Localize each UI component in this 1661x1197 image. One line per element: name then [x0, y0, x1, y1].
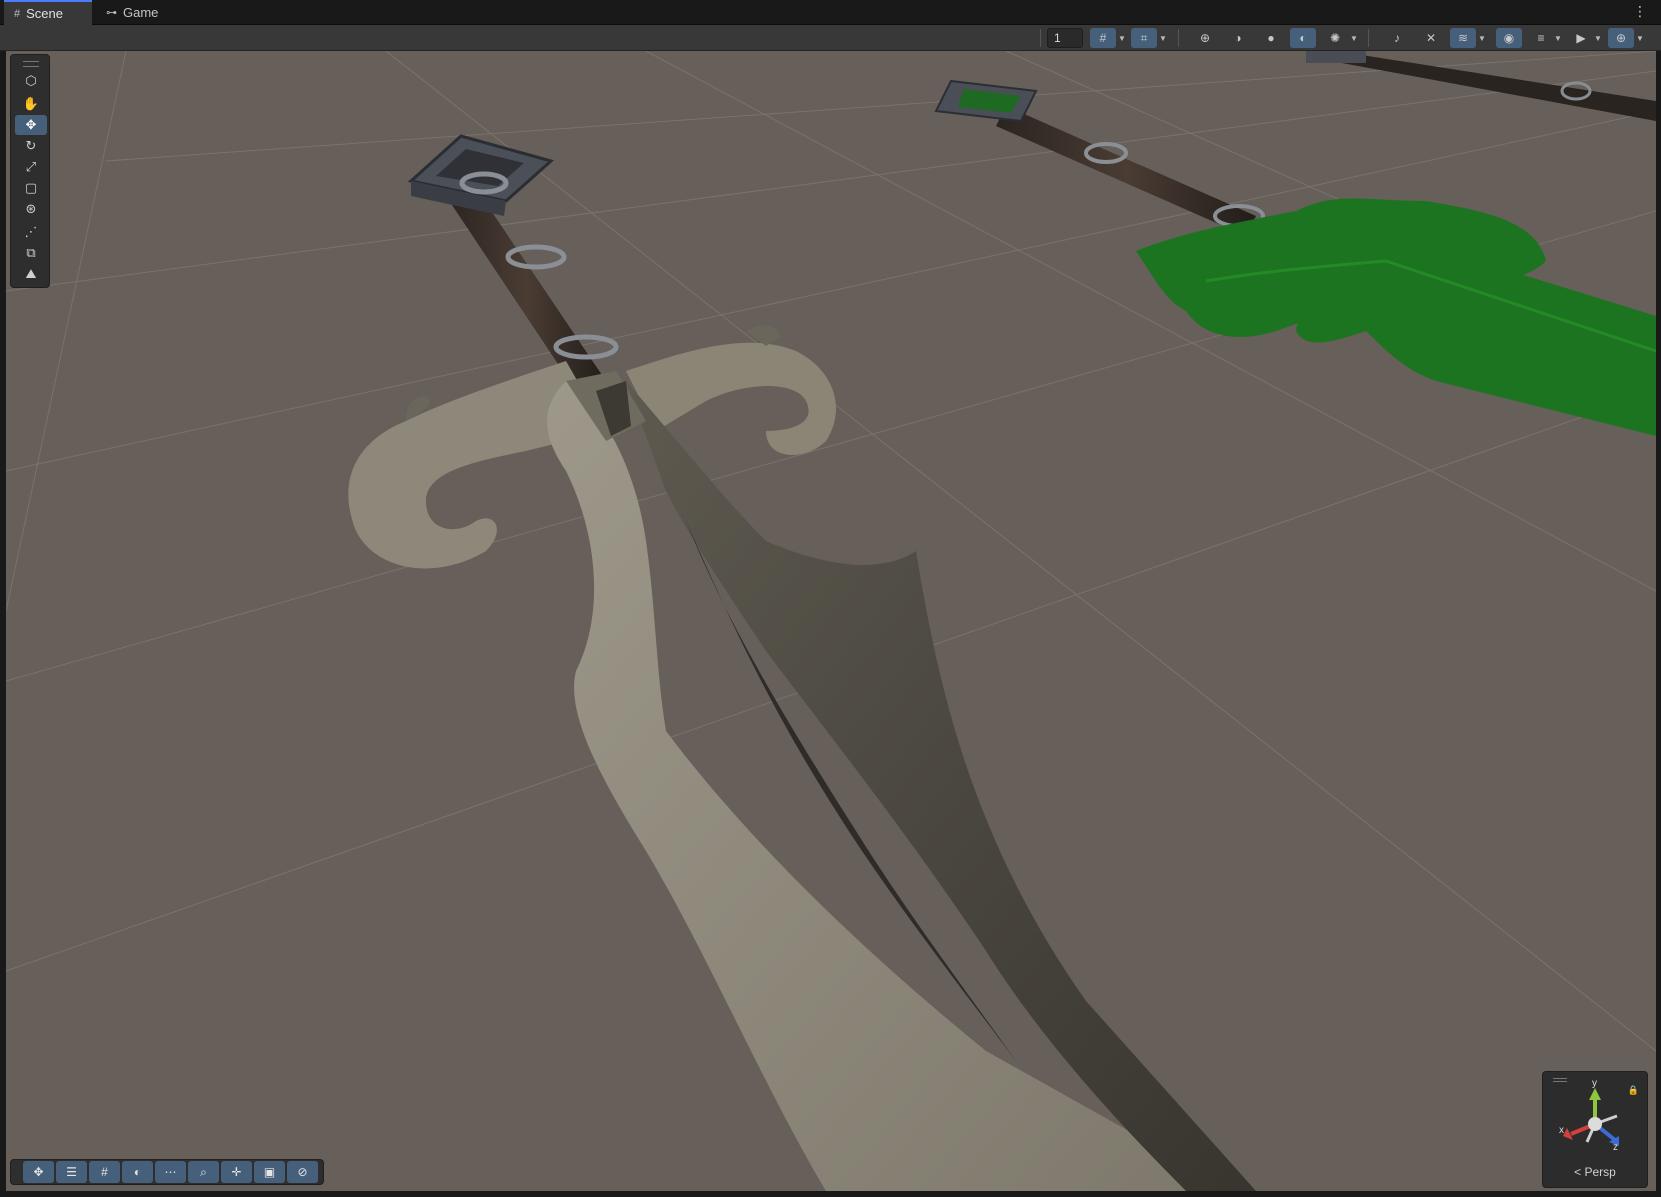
projection-label: Persp: [1584, 1165, 1616, 1179]
chevron-down-icon[interactable]: ▼: [1348, 28, 1360, 48]
move-icon[interactable]: ✥: [23, 1161, 54, 1183]
chevron-down-icon[interactable]: ▼: [1476, 28, 1488, 48]
settings-icon[interactable]: ☰: [56, 1161, 87, 1183]
audio-off-icon[interactable]: ♪: [1384, 28, 1410, 48]
visibility-icon[interactable]: ◉: [1496, 28, 1522, 48]
chevron-left-icon: <: [1574, 1165, 1582, 1179]
lighting-icon[interactable]: ✺: [1322, 28, 1348, 48]
axis-z-label: z: [1613, 1142, 1618, 1153]
camera-icon[interactable]: ▣: [254, 1161, 285, 1183]
divider: [1040, 29, 1041, 47]
orientation-gizmo[interactable]: 🔒 y x z < Persp: [1542, 1071, 1648, 1188]
chevron-down-icon[interactable]: ▼: [1634, 28, 1646, 48]
pivot-icon[interactable]: ✛: [221, 1161, 252, 1183]
main-sword: [348, 134, 1256, 1191]
tools-overlay: ⬡ ✋ ✥ ↻ ⤢ ▢ ⊛ ⋰ ⧉ ⛰: [10, 54, 50, 288]
shading-icon[interactable]: ◐: [122, 1161, 153, 1183]
draw-mode-icon[interactable]: ≋: [1450, 28, 1476, 48]
tab-game-label: Game: [123, 5, 159, 20]
chevron-down-icon[interactable]: ▼: [1157, 28, 1169, 48]
grid-snap-icon[interactable]: #: [1090, 28, 1116, 48]
axis-y-label: y: [1592, 1078, 1597, 1089]
chevron-down-icon[interactable]: ▼: [1552, 28, 1564, 48]
increment-snap-icon[interactable]: ⌗: [1131, 28, 1157, 48]
layer-field[interactable]: 1: [1047, 28, 1083, 48]
rect-icon[interactable]: ▢: [15, 178, 47, 198]
divider: [1368, 29, 1369, 47]
shaded-icon[interactable]: ●: [1258, 28, 1284, 48]
tab-scene[interactable]: # Scene: [4, 0, 92, 25]
axis-gizmo-graphic: [1563, 1088, 1619, 1146]
more-options-icon[interactable]: ⋮: [1633, 3, 1647, 20]
wireframe-shading-icon[interactable]: ⊕: [1192, 28, 1218, 48]
scene-viewport[interactable]: [6, 51, 1656, 1191]
tab-scene-label: Scene: [26, 6, 63, 21]
box-icon[interactable]: ⧉: [15, 243, 47, 263]
overlay-toolbar: ✥ ☰ # ◐ ⋯ ⌕ ✛ ▣ ⊘: [10, 1159, 324, 1185]
view-cube-icon[interactable]: ⬡: [15, 71, 47, 91]
custom-tool-icon[interactable]: ⋰: [15, 222, 47, 242]
projection-toggle[interactable]: < Persp: [1543, 1165, 1647, 1179]
window-tab-bar: # Scene ⊶ Game ⋮: [0, 0, 1661, 25]
divider: [1178, 29, 1179, 47]
transform-icon[interactable]: ⊛: [15, 199, 47, 219]
rendered-shading-icon[interactable]: ◐: [1290, 28, 1316, 48]
tab-game[interactable]: ⊶ Game: [96, 0, 176, 25]
hand-icon[interactable]: ✋: [15, 94, 47, 114]
scene-toolbar: 1 # ▼ ⌗ ▼ ⊕ ◑ ● ◐ ✺ ▼ ♪ ✕ ≋ ▼ ◉ ≡ ▼ ▶ ▼ …: [0, 25, 1661, 51]
effects-off-icon[interactable]: ✕: [1418, 28, 1444, 48]
terrain-icon[interactable]: ⛰: [15, 264, 47, 284]
axis-x-label: x: [1559, 1125, 1564, 1136]
drag-handle[interactable]: [23, 61, 39, 67]
scale-icon[interactable]: ⤢: [15, 157, 47, 177]
chevron-down-icon[interactable]: ▼: [1592, 28, 1604, 48]
scene-render: [6, 51, 1656, 1191]
grid-icon: #: [14, 7, 21, 20]
camera-icon[interactable]: ▶: [1568, 28, 1594, 48]
grid-icon[interactable]: #: [89, 1161, 120, 1183]
layers-icon[interactable]: ≡: [1528, 28, 1554, 48]
shaded-wireframe-icon[interactable]: ◑: [1225, 28, 1251, 48]
gizmos-icon[interactable]: ⊕: [1608, 28, 1634, 48]
snap-icon[interactable]: ⋯: [155, 1161, 186, 1183]
search-icon[interactable]: ⌕: [188, 1161, 219, 1183]
gamepad-icon: ⊶: [106, 7, 117, 19]
rotate-icon[interactable]: ↻: [15, 136, 47, 156]
compass-icon[interactable]: ⊘: [287, 1161, 318, 1183]
move-icon[interactable]: ✥: [15, 115, 47, 135]
chevron-down-icon[interactable]: ▼: [1116, 28, 1128, 48]
